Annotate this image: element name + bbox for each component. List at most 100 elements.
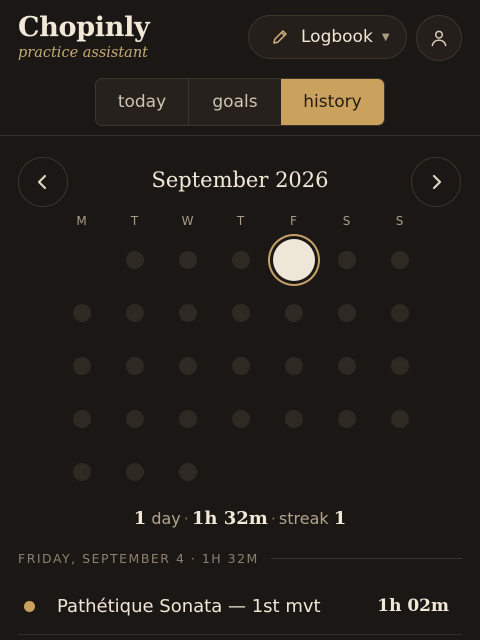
- calendar-week: [55, 392, 426, 445]
- calendar-empty-cell: [320, 445, 373, 498]
- calendar-day[interactable]: [178, 250, 197, 269]
- calendar-day[interactable]: [125, 250, 144, 269]
- session-duration: 1h 02m: [377, 596, 449, 616]
- calendar-day[interactable]: [178, 409, 197, 428]
- chevron-left-icon: [37, 174, 47, 190]
- calendar-cell: [108, 339, 161, 392]
- calendar-cell: [373, 233, 426, 286]
- day-heading: FRIDAY, SEPTEMBER 4 · 1H 32M: [18, 551, 462, 566]
- heading-rule: [270, 558, 462, 559]
- app-title: Chopinly: [18, 12, 150, 43]
- calendar-day-active[interactable]: [272, 238, 315, 281]
- calendar-cell: [161, 233, 214, 286]
- calendar-day[interactable]: [390, 303, 409, 322]
- calendar-day[interactable]: [231, 303, 250, 322]
- calendar-cell: [55, 392, 108, 445]
- session-row[interactable]: Pathétique Sonata — 1st mvt 1h 02m: [18, 586, 462, 626]
- calendar-day[interactable]: [390, 356, 409, 375]
- previous-month-button[interactable]: [18, 157, 68, 207]
- session-divider: [18, 634, 462, 635]
- month-title: September 2026: [151, 168, 329, 192]
- calendar-day[interactable]: [231, 356, 250, 375]
- calendar-day[interactable]: [125, 303, 144, 322]
- pencil-icon: [273, 30, 287, 44]
- calendar-cell: [214, 392, 267, 445]
- calendar-day[interactable]: [284, 303, 303, 322]
- calendar-day[interactable]: [72, 409, 91, 428]
- calendar-cell: [320, 286, 373, 339]
- user-icon: [431, 30, 447, 47]
- days-count: 1: [133, 508, 147, 529]
- calendar-cell: [161, 339, 214, 392]
- calendar-week: [55, 445, 426, 498]
- app-subtitle: practice assistant: [18, 45, 148, 61]
- calendar-day[interactable]: [390, 250, 409, 269]
- calendar-cell: [320, 233, 373, 286]
- calendar-empty-cell: [55, 233, 108, 286]
- calendar-cell: [55, 286, 108, 339]
- history-summary: 1 day · 1h 32m · streak 1: [0, 508, 480, 529]
- calendar-week: [55, 339, 426, 392]
- calendar-day[interactable]: [72, 303, 91, 322]
- next-month-button[interactable]: [411, 157, 461, 207]
- calendar-cell: [108, 286, 161, 339]
- weekday-label: S: [342, 214, 351, 228]
- calendar-day[interactable]: [72, 462, 91, 481]
- calendar-cell: [108, 392, 161, 445]
- calendar-day[interactable]: [284, 356, 303, 375]
- tab-goals[interactable]: goals: [189, 79, 281, 125]
- calendar-cell: [373, 286, 426, 339]
- calendar-day[interactable]: [178, 356, 197, 375]
- header-divider: [0, 135, 480, 136]
- calendar-cell: [267, 339, 320, 392]
- calendar-day[interactable]: [125, 356, 144, 375]
- calendar-cell: [320, 392, 373, 445]
- calendar-cell: [214, 286, 267, 339]
- calendar-day[interactable]: [337, 356, 356, 375]
- weekday-label: F: [290, 214, 297, 228]
- calendar-day[interactable]: [72, 356, 91, 375]
- days-label: day: [151, 509, 181, 528]
- calendar-cell: [373, 392, 426, 445]
- calendar-empty-cell: [214, 445, 267, 498]
- calendar-grid: M T W T F S S: [55, 214, 426, 498]
- calendar-day[interactable]: [284, 409, 303, 428]
- calendar-cell: [108, 233, 161, 286]
- chevron-right-icon: [432, 174, 442, 190]
- weekday-label: T: [130, 214, 139, 228]
- weekday-label: S: [395, 214, 404, 228]
- brand: Chopinly practice assistant: [18, 12, 150, 61]
- logbook-label: Logbook: [301, 27, 373, 47]
- calendar-day[interactable]: [231, 250, 250, 269]
- total-duration: 1h 32m: [191, 508, 268, 529]
- calendar-empty-cell: [267, 445, 320, 498]
- calendar-week: [55, 286, 426, 339]
- calendar-day[interactable]: [337, 250, 356, 269]
- calendar-cell: [267, 392, 320, 445]
- calendar-day[interactable]: [390, 409, 409, 428]
- calendar-day[interactable]: [125, 462, 144, 481]
- calendar-day[interactable]: [337, 303, 356, 322]
- weekday-header: M T W T F S S: [55, 214, 426, 232]
- calendar-day[interactable]: [337, 409, 356, 428]
- profile-button[interactable]: [416, 15, 462, 61]
- logbook-button[interactable]: Logbook ▼: [248, 15, 407, 59]
- calendar-day[interactable]: [178, 303, 197, 322]
- day-heading-text: FRIDAY, SEPTEMBER 4 · 1H 32M: [18, 551, 259, 566]
- weekday-label: T: [236, 214, 245, 228]
- calendar-day[interactable]: [125, 409, 144, 428]
- calendar-cell: [214, 233, 267, 286]
- calendar-week: [55, 233, 426, 286]
- calendar-weeks: [55, 233, 426, 498]
- calendar-day[interactable]: [178, 462, 197, 481]
- chevron-down-icon: ▼: [381, 31, 390, 43]
- weekday-label: W: [181, 214, 194, 228]
- tab-today[interactable]: today: [96, 79, 189, 125]
- calendar-cell: [55, 339, 108, 392]
- weekday-label: M: [76, 214, 87, 228]
- calendar-day[interactable]: [231, 409, 250, 428]
- tab-history[interactable]: history: [281, 79, 384, 125]
- calendar-cell: [214, 339, 267, 392]
- calendar-cell: [161, 286, 214, 339]
- streak-label: streak: [278, 509, 329, 528]
